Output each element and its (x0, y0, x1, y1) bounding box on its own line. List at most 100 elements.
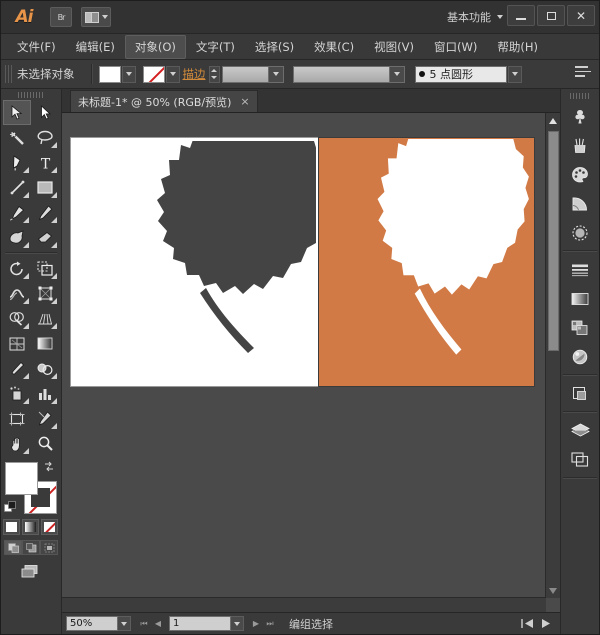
tool-expand-indicator[interactable] (23, 242, 29, 248)
tool-expand-indicator[interactable] (23, 373, 29, 379)
stroke-weight-combo[interactable] (222, 66, 284, 83)
tool-expand-indicator[interactable] (23, 192, 29, 198)
brush-dropdown-button[interactable] (508, 66, 522, 83)
tool-expand-indicator[interactable] (51, 192, 57, 198)
tool-lasso[interactable] (31, 125, 59, 150)
stroke-swatch[interactable] (143, 66, 165, 83)
tool-expand-indicator[interactable] (51, 217, 57, 223)
appearance-panel-button[interactable] (565, 218, 595, 247)
tool-expand-indicator[interactable] (51, 273, 57, 279)
layers-panel-button[interactable] (565, 416, 595, 445)
fill-indicator[interactable] (5, 462, 38, 495)
transparency-panel-button[interactable] (565, 313, 595, 342)
tool-expand-indicator[interactable] (23, 298, 29, 304)
tool-expand-indicator[interactable] (51, 323, 57, 329)
vertical-scrollbar-thumb[interactable] (548, 131, 559, 351)
stroke-weight-stepper[interactable] (209, 66, 220, 83)
tool-line-segment[interactable] (3, 175, 31, 200)
default-fill-stroke-icon[interactable] (4, 501, 17, 514)
tool-scale[interactable] (31, 256, 59, 281)
tool-selection[interactable] (3, 100, 31, 125)
chevron-down-icon[interactable] (389, 67, 404, 82)
fill-color-control[interactable] (99, 66, 136, 83)
vertical-scrollbar[interactable] (545, 113, 560, 598)
stroke-dropdown-button[interactable] (166, 66, 180, 83)
stroke-color-control[interactable] (143, 66, 180, 83)
maximize-button[interactable] (537, 5, 565, 26)
tool-column-graph[interactable] (31, 381, 59, 406)
tool-symbol-sprayer[interactable] (3, 381, 31, 406)
tool-type[interactable]: T (31, 150, 59, 175)
scroll-up-button[interactable] (546, 114, 560, 127)
tool-expand-indicator[interactable] (51, 373, 57, 379)
tool-free-transform[interactable] (31, 281, 59, 306)
menu-help[interactable]: 帮助(H) (487, 35, 548, 59)
dock-grip[interactable] (570, 93, 590, 99)
stroke-weight-label[interactable]: 描边 (183, 66, 206, 82)
control-bar-grip[interactable] (5, 65, 12, 83)
tool-expand-indicator[interactable] (23, 167, 29, 173)
document-tab[interactable]: 未标题-1* @ 50% (RGB/预览) × (70, 90, 258, 112)
artboards-panel-button[interactable] (565, 445, 595, 474)
tool-paintbrush[interactable] (3, 200, 31, 225)
align-panel-button[interactable] (565, 379, 595, 408)
tool-width[interactable] (3, 281, 31, 306)
menu-edit[interactable]: 编辑(E) (66, 35, 125, 59)
close-icon[interactable]: × (240, 95, 249, 108)
draw-inside-button[interactable] (40, 540, 58, 555)
tool-blend[interactable] (31, 356, 59, 381)
status-message[interactable]: 编组选择 (62, 616, 560, 632)
tool-direct-selection[interactable] (31, 100, 59, 125)
stroke-panel-button[interactable] (565, 255, 595, 284)
color-mode-button[interactable] (3, 519, 20, 535)
tool-expand-indicator[interactable] (51, 167, 57, 173)
graphic-style-combo[interactable] (293, 66, 405, 83)
maple-leaf-dark[interactable] (72, 141, 316, 381)
menu-effect[interactable]: 效果(C) (304, 35, 364, 59)
tool-gradient[interactable] (31, 331, 59, 356)
tool-expand-indicator[interactable] (23, 448, 29, 454)
brushes-panel-button[interactable] (565, 131, 595, 160)
menu-select[interactable]: 选择(S) (245, 35, 304, 59)
none-mode-button[interactable] (41, 519, 58, 535)
chevron-down-icon[interactable] (268, 67, 283, 82)
tool-zoom[interactable] (31, 431, 59, 456)
menu-file[interactable]: 文件(F) (7, 35, 66, 59)
tool-pen[interactable] (3, 150, 31, 175)
tool-expand-indicator[interactable] (23, 273, 29, 279)
fill-swatch[interactable] (99, 66, 121, 83)
tool-rectangle[interactable] (31, 175, 59, 200)
tool-mesh[interactable] (3, 331, 31, 356)
fill-dropdown-button[interactable] (122, 66, 136, 83)
swap-fill-stroke-icon[interactable] (44, 461, 55, 472)
color-guide-panel-button[interactable] (565, 189, 595, 218)
close-button[interactable]: ✕ (567, 5, 595, 26)
draw-behind-button[interactable] (22, 540, 40, 555)
tool-expand-indicator[interactable] (23, 217, 29, 223)
tool-magic-wand[interactable] (3, 125, 31, 150)
gradient-panel-button[interactable] (565, 284, 595, 313)
tool-expand-indicator[interactable] (51, 298, 57, 304)
tool-expand-indicator[interactable] (23, 323, 29, 329)
toolbox-grip[interactable] (18, 92, 44, 98)
draw-normal-button[interactable] (4, 540, 22, 555)
arrange-documents-button[interactable] (81, 7, 111, 27)
tool-perspective-grid[interactable] (31, 306, 59, 331)
tool-eyedropper[interactable] (3, 356, 31, 381)
next-view-icon[interactable] (541, 618, 554, 629)
minimize-button[interactable] (507, 5, 535, 26)
brush-definition-control[interactable]: 5 点圆形 (415, 66, 522, 83)
maple-leaf-white[interactable] (320, 139, 531, 383)
tool-rotate[interactable] (3, 256, 31, 281)
scroll-down-button[interactable] (546, 584, 560, 597)
tool-expand-indicator[interactable] (51, 242, 57, 248)
tool-artboard[interactable] (3, 406, 31, 431)
symbols-panel-button[interactable] (565, 102, 595, 131)
screen-mode-button[interactable] (19, 562, 43, 581)
menu-view[interactable]: 视图(V) (364, 35, 424, 59)
menu-type[interactable]: 文字(T) (186, 35, 245, 59)
menu-object[interactable]: 对象(O) (125, 35, 186, 59)
menu-window[interactable]: 窗口(W) (424, 35, 487, 59)
color-panel-button[interactable] (565, 160, 595, 189)
tool-shape-builder[interactable] (3, 306, 31, 331)
